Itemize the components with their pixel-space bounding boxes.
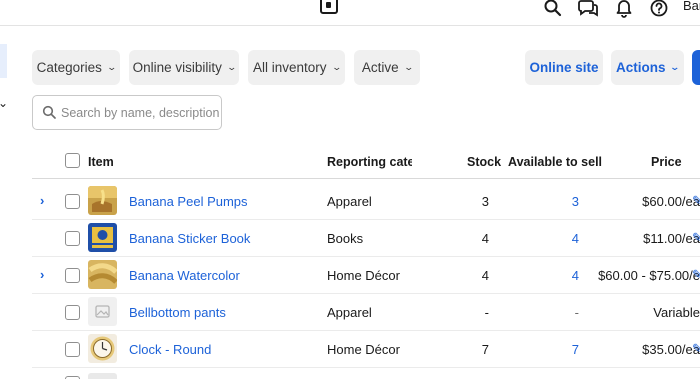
edit-icon[interactable]: ✎ <box>692 193 700 209</box>
table-row[interactable]: › Banana Peel Pumps Apparel 3 3 $60.00/e… <box>32 183 700 220</box>
column-available-to-sell[interactable]: Available to sell <box>508 155 602 169</box>
table-row[interactable]: › Banana Watercolor Home Décor 4 4 $60.0… <box>32 257 700 294</box>
chevron-down-icon: ⌄ <box>226 62 237 72</box>
all-inventory-filter-label: All inventory <box>252 60 327 75</box>
item-available[interactable]: 4 <box>572 231 579 246</box>
column-price[interactable]: Price <box>651 155 682 169</box>
edit-icon[interactable]: ✎ <box>692 267 700 283</box>
column-reporting-category[interactable]: Reporting catego <box>327 155 412 169</box>
item-thumbnail <box>88 373 117 379</box>
search-input[interactable] <box>61 104 219 122</box>
item-thumbnail <box>88 186 117 215</box>
item-name-link[interactable]: Bellbottom pants <box>129 305 226 320</box>
item-name-link[interactable]: Clock - Round <box>129 342 211 357</box>
online-visibility-filter-label: Online visibility <box>132 60 222 75</box>
row-checkbox[interactable] <box>65 342 80 357</box>
item-category: Home Décor <box>327 268 400 283</box>
help-icon[interactable] <box>649 0 669 18</box>
item-available[interactable]: 3 <box>572 194 579 209</box>
edit-icon[interactable]: ✎ <box>692 341 700 357</box>
actions-button[interactable]: Actions ⌄ <box>611 50 684 85</box>
chevron-down-icon: ⌄ <box>106 62 117 72</box>
item-price: $60.00/ea <box>642 194 700 209</box>
item-category: Books <box>327 231 364 246</box>
row-checkbox[interactable] <box>65 231 80 246</box>
online-visibility-filter[interactable]: Online visibility ⌄ <box>129 50 239 85</box>
chevron-down-icon: ⌄ <box>330 62 342 72</box>
all-inventory-filter[interactable]: All inventory ⌄ <box>248 50 345 85</box>
search-icon <box>42 105 57 120</box>
item-price: $60.00 - $75.00/e <box>598 268 700 283</box>
row-checkbox[interactable] <box>65 268 80 283</box>
item-available[interactable]: 4 <box>572 268 579 283</box>
sidebar-chevron-icon[interactable]: ⌄ <box>0 96 8 110</box>
item-stock[interactable]: 4 <box>482 231 489 246</box>
item-category: Apparel <box>327 305 372 320</box>
actions-label: Actions <box>615 60 666 75</box>
item-thumbnail <box>88 223 117 252</box>
search-icon[interactable] <box>543 0 563 18</box>
item-available: - <box>574 305 579 320</box>
item-thumbnail <box>88 260 117 289</box>
image-placeholder-icon <box>88 297 117 326</box>
account-name[interactable]: Ban <box>683 0 700 13</box>
create-item-button[interactable] <box>692 50 700 85</box>
edit-icon[interactable]: ✎ <box>692 230 700 246</box>
bell-icon[interactable] <box>614 0 634 18</box>
categories-filter-label: Categories <box>36 60 102 75</box>
online-site-label: Online site <box>529 60 599 75</box>
item-price: $35.00/ea <box>642 342 700 357</box>
top-bar: Ban <box>0 0 700 26</box>
item-category: Home Décor <box>327 342 400 357</box>
item-price: Variable <box>653 305 700 320</box>
item-available[interactable]: 7 <box>572 342 579 357</box>
select-all-checkbox[interactable] <box>65 153 80 168</box>
table-row[interactable]: Banana Sticker Book Books 4 4 $11.00/ea … <box>32 220 700 257</box>
item-stock[interactable]: 4 <box>482 268 489 283</box>
column-stock[interactable]: Stock <box>467 155 501 169</box>
item-price: $11.00/ea <box>643 231 700 246</box>
row-checkbox[interactable] <box>65 194 80 209</box>
table-row[interactable]: Clock - Round Home Décor 7 7 $35.00/ea ✎ <box>32 331 700 368</box>
item-thumbnail <box>88 334 117 363</box>
expand-chevron-icon[interactable]: › <box>40 193 44 208</box>
item-stock: - <box>484 305 489 320</box>
item-name-link[interactable]: Banana Watercolor <box>129 268 240 283</box>
active-filter[interactable]: Active ⌄ <box>354 50 420 85</box>
table-header: Item Reporting catego Stock Available to… <box>32 145 700 179</box>
item-name-link[interactable]: Banana Sticker Book <box>129 231 250 246</box>
messages-icon[interactable] <box>578 0 598 18</box>
square-logo-icon[interactable] <box>320 0 338 14</box>
item-stock[interactable]: 7 <box>482 342 489 357</box>
sidebar-selected-indicator <box>0 44 7 78</box>
search-box[interactable] <box>32 95 222 130</box>
item-stock[interactable]: 3 <box>482 194 489 209</box>
item-category: Apparel <box>327 194 372 209</box>
online-site-button[interactable]: Online site <box>525 50 603 85</box>
row-checkbox[interactable] <box>65 305 80 320</box>
table-row[interactable]: Bellbottom pants Apparel - - Variable <box>32 294 700 331</box>
column-item[interactable]: Item <box>88 155 114 169</box>
active-filter-label: Active <box>361 60 399 75</box>
expand-chevron-icon[interactable]: › <box>40 267 44 282</box>
categories-filter[interactable]: Categories ⌄ <box>32 50 120 85</box>
item-name-link[interactable]: Banana Peel Pumps <box>129 194 248 209</box>
chevron-down-icon: ⌄ <box>669 62 681 72</box>
chevron-down-icon: ⌄ <box>403 62 414 72</box>
